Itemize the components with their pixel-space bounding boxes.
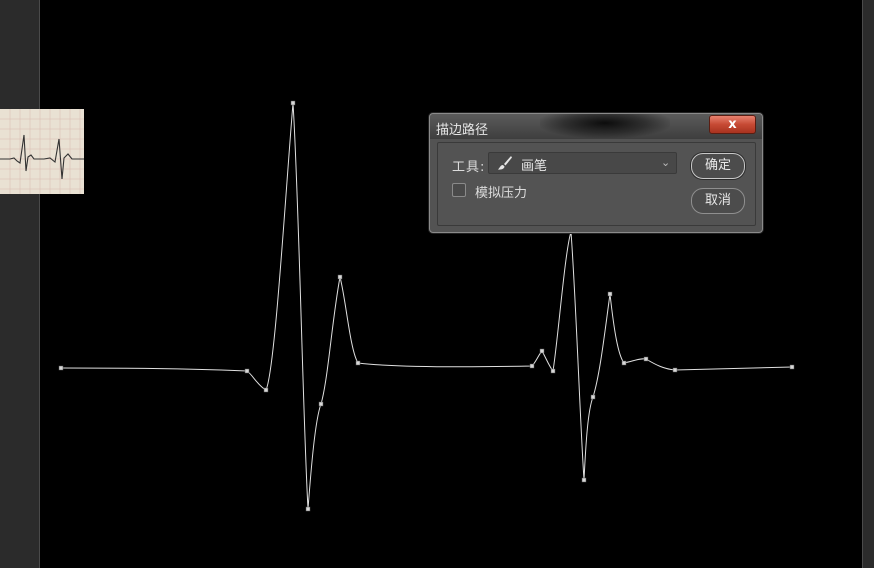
ecg-path-layer — [58, 100, 795, 512]
close-button[interactable]: x — [709, 115, 756, 134]
tool-select[interactable]: 画笔 ⌄ — [488, 152, 677, 174]
tool-label: 工具: — [452, 160, 486, 175]
anchor-point — [672, 367, 678, 373]
anchor-point — [643, 356, 649, 362]
close-icon: x — [728, 117, 737, 132]
anchor-point — [581, 477, 587, 483]
titlebar-shadow — [540, 114, 670, 138]
anchor-point — [337, 274, 343, 280]
stroke-path-dialog: 描边路径 x 工具: 画笔 ⌄ 模拟压力 确定 取消 — [429, 113, 763, 233]
anchor-point — [318, 401, 324, 407]
anchor-point — [244, 368, 250, 374]
dialog-title: 描边路径 — [436, 123, 489, 138]
anchor-point — [789, 364, 795, 370]
dialog-titlebar[interactable]: 描边路径 x — [430, 114, 762, 139]
ok-button[interactable]: 确定 — [691, 153, 745, 179]
anchor-point — [290, 100, 296, 106]
simulate-pressure-checkbox[interactable] — [452, 183, 466, 197]
chevron-down-icon: ⌄ — [661, 156, 671, 169]
anchor-point — [621, 360, 627, 366]
anchor-point — [355, 360, 361, 366]
anchor-point — [607, 291, 613, 297]
anchor-point — [58, 365, 64, 371]
dialog-body: 工具: 画笔 ⌄ 模拟压力 确定 取消 — [437, 142, 756, 226]
anchor-point — [550, 368, 556, 374]
anchor-point — [263, 387, 269, 393]
anchor-point — [590, 394, 596, 400]
brush-icon — [498, 156, 512, 170]
anchor-point — [529, 363, 535, 369]
simulate-pressure-label: 模拟压力 — [475, 186, 528, 201]
anchor-point — [305, 506, 311, 512]
cancel-button[interactable]: 取消 — [691, 188, 745, 214]
anchor-point — [539, 348, 545, 354]
tool-value: 画笔 — [521, 159, 548, 174]
